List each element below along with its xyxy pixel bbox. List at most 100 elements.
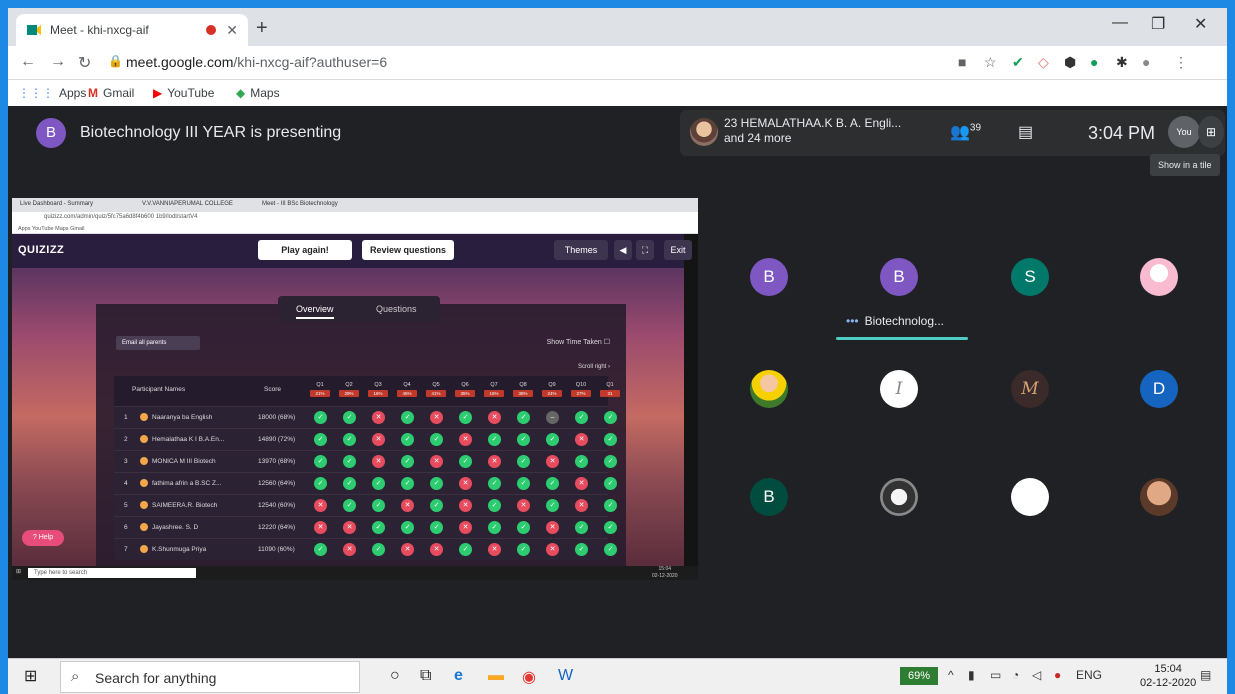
participant-name: Hemalathaa K I B.A.En... [152,436,225,443]
up-arrow-icon[interactable]: ^ [948,668,954,682]
gmail-icon: M [88,86,98,100]
correct-icon: ✓ [343,455,356,468]
notifications-icon[interactable]: ▤ [1200,668,1211,682]
profile-avatar-icon[interactable]: ● [1142,54,1150,70]
question-percent: 21% [310,390,330,397]
menu-icon[interactable]: ⋮ [1174,54,1188,71]
show-in-tile-tooltip: Show in a tile [1150,154,1220,176]
participant-tile[interactable]: M [1011,370,1049,408]
bookmark-youtube[interactable]: ▶ YouTube [153,86,214,100]
url-input[interactable]: meet.google.com/khi-nxcg-aif?authuser=6 [126,54,387,70]
reload-icon[interactable]: ↻ [78,53,91,73]
question-header: Q1 21% [310,382,330,397]
participant-tile[interactable]: B [750,478,788,516]
cube-extension-icon[interactable]: ⬢ [1064,54,1076,71]
cortana-icon[interactable]: ○ [390,667,400,685]
participant-name: fathima afrin a B.SC Z... [152,480,222,487]
participant-tile[interactable]: I [880,370,918,408]
view-tabs: Overview Questions [278,296,440,322]
question-header: Q9 24% [542,382,562,397]
bookmark-label: Maps [250,86,280,100]
people-line-2: and 24 more [724,131,792,145]
restore-icon[interactable]: ❐ [1151,14,1165,34]
bookmark-gmail[interactable]: M Gmail [88,86,134,100]
system-clock[interactable]: 15:04 02-12-2020 [1140,662,1196,690]
chat-icon[interactable]: ▤ [1018,122,1033,142]
people-summary[interactable]: 23 HEMALATHAA.K B. A. Engli... and 24 mo… [724,116,901,146]
question-header: Q3 16% [368,382,388,397]
meet-icon [27,25,41,35]
play-again-button: Play again! [258,240,352,260]
task-view-icon[interactable]: ⧉ [420,667,431,685]
participant-score: 18000 (68%) [258,414,296,421]
people-icon[interactable]: 👥39 [950,122,981,142]
participant-tile[interactable] [1140,478,1178,516]
windows-start-icon[interactable]: ⊞ [24,666,37,686]
lock-icon[interactable]: 🔒 [108,54,123,68]
grammarly-icon[interactable]: ● [1090,54,1098,70]
wifi-icon[interactable]: ◔ [1012,668,1019,682]
correct-icon: ✓ [604,411,617,424]
forward-icon[interactable]: → [50,53,66,71]
language-indicator[interactable]: ENG [1076,668,1102,682]
cast-extension-icon[interactable]: ◇ [1038,54,1049,71]
battery-indicator[interactable]: 69% [900,667,938,685]
question-label: Q3 [374,382,382,388]
chrome-icon[interactable]: ◉ [522,667,536,687]
volume-icon[interactable]: ◁ [1032,668,1041,682]
wrong-icon: ✕ [430,543,443,556]
bookmark-maps[interactable]: ◆ Maps [236,86,280,100]
table-row: 4 fathima afrin a B.SC Z... 12560 (64%) ✓ ✓ ✓… [114,472,617,494]
file-explorer-icon[interactable]: ▬ [488,667,504,685]
antivirus-icon[interactable]: ● [1054,668,1061,682]
close-window-icon[interactable]: ✕ [1194,14,1207,34]
correct-icon: ✓ [488,499,501,512]
minimize-icon[interactable]: — [1112,14,1128,32]
close-tab-icon[interactable]: ✕ [226,22,238,39]
shared-date: 02-12-2020 [652,573,678,579]
shared-url: quizizz.com/admin/quiz/5fc75a6d8f4b600 1… [44,214,198,220]
participant-tile[interactable] [750,370,788,408]
mic-icon[interactable]: ▮ [968,668,975,682]
participant-tile[interactable]: S [1011,258,1049,296]
tile-layout-icon[interactable]: ⊞ [1198,116,1224,148]
tab-meet[interactable]: Meet - khi-nxcg-aif ✕ [16,14,248,46]
show-time-label: Show Time Taken [546,339,602,346]
participant-name: Naaranya ba English [152,414,213,421]
bookmark-apps[interactable]: ⋮⋮⋮ Apps [18,86,86,100]
question-percent: 41% [426,390,446,397]
correct-icon: ✓ [459,455,472,468]
scroll-right-link: Scroll right › [577,364,610,370]
wrong-icon: ✕ [488,455,501,468]
people-bar: 23 HEMALATHAA.K B. A. Engli... and 24 mo… [680,110,1225,156]
word-icon[interactable]: W [558,667,573,685]
question-percent: 29% [339,390,359,397]
participant-tile[interactable]: B [750,258,788,296]
tab-title: Meet - khi-nxcg-aif [50,23,149,37]
participant-tile[interactable]: B [880,258,918,296]
new-tab-icon[interactable]: + [256,18,268,38]
camera-icon[interactable]: ■ [958,54,966,70]
correct-icon: ✓ [604,433,617,446]
self-view-tile[interactable]: You [1168,116,1200,148]
correct-icon: ✓ [459,543,472,556]
shared-screen: Live Dashboard - Summary V.V.VANNIAPERUM… [12,198,698,580]
participants-count: 39 [969,122,982,134]
participant-tile[interactable] [1140,258,1178,296]
edge-icon[interactable]: e [454,667,463,685]
puzzle-icon[interactable]: ✱ [1116,54,1128,71]
question-percent: 16% [484,390,504,397]
participant-tile[interactable] [1011,478,1049,516]
search-placeholder: Search for anything [95,670,217,686]
check-extension-icon[interactable]: ✔ [1012,54,1024,71]
sound-icon: ◀ [614,240,632,260]
back-icon[interactable]: ← [20,53,36,71]
network-icon[interactable]: ▭ [990,668,1001,682]
results-panel: Overview Questions Email all parents Sho… [96,296,626,566]
participant-tile[interactable]: D [1140,370,1178,408]
star-icon[interactable]: ☆ [984,54,997,71]
windows-start-icon: ⊞ [16,569,22,575]
participant-tile[interactable] [880,478,918,516]
correct-icon: ✓ [343,411,356,424]
taskbar-search-input[interactable]: ⌕ Search for anything [60,661,360,693]
